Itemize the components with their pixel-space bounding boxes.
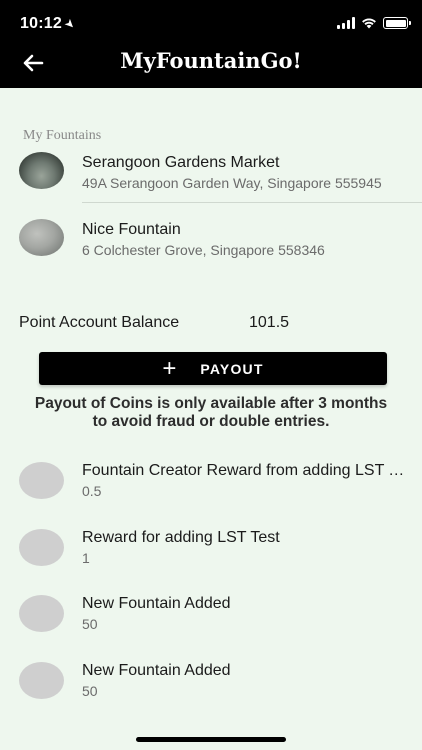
transaction-title: Fountain Creator Reward from adding LST …	[82, 462, 407, 479]
battery-icon	[383, 17, 411, 29]
fountain-list-item[interactable]: Nice Fountain 6 Colchester Grove, Singap…	[19, 219, 422, 269]
fountain-name: Nice Fountain	[82, 221, 181, 238]
wifi-icon	[362, 18, 376, 29]
balance-label: Point Account Balance	[19, 314, 180, 331]
status-bar-time: 10:12➤	[20, 15, 79, 33]
fountain-name: Serangoon Gardens Market	[82, 154, 280, 171]
transaction-title: New Fountain Added	[82, 662, 231, 679]
fountain-list-item[interactable]: Serangoon Gardens Market 49A Serangoon G…	[19, 152, 422, 202]
balance-value: 101.5	[249, 314, 290, 331]
payout-notice: Payout of Coins is only available after …	[34, 395, 388, 430]
cellular-signal-icon	[337, 17, 355, 29]
transaction-amount: 50	[82, 683, 98, 699]
fountain-thumbnail	[19, 152, 64, 189]
plus-icon: +	[162, 354, 177, 382]
my-fountains-heading: My Fountains	[23, 128, 102, 143]
fountain-thumbnail	[19, 219, 64, 256]
transaction-title: New Fountain Added	[82, 595, 231, 612]
transaction-item[interactable]: New Fountain Added 50	[19, 595, 422, 639]
transaction-avatar	[19, 462, 64, 499]
payout-button[interactable]: + PAYOUT	[39, 352, 387, 385]
app-header: 10:12➤ MyFountainGo!	[0, 0, 422, 88]
fountain-address: 49A Serangoon Garden Way, Singapore 5559…	[82, 175, 382, 191]
transaction-title: Reward for adding LST Test	[82, 529, 280, 546]
transaction-amount: 0.5	[82, 483, 102, 499]
transaction-avatar	[19, 529, 64, 566]
location-arrow-icon: ➤	[61, 15, 79, 33]
transaction-amount: 1	[82, 550, 90, 566]
fountain-address: 6 Colchester Grove, Singapore 558346	[82, 242, 325, 258]
status-bar-icons	[337, 17, 411, 29]
payout-button-label: PAYOUT	[200, 360, 264, 377]
transaction-amount: 50	[82, 616, 98, 632]
status-time-text: 10:12	[20, 15, 62, 32]
transaction-item[interactable]: Fountain Creator Reward from adding LST …	[19, 462, 422, 506]
home-indicator[interactable]	[136, 737, 286, 742]
transaction-item[interactable]: New Fountain Added 50	[19, 662, 422, 706]
transaction-item[interactable]: Reward for adding LST Test 1	[19, 529, 422, 573]
transaction-avatar	[19, 595, 64, 632]
page-title: MyFountainGo!	[120, 48, 302, 73]
list-divider	[82, 202, 422, 203]
transaction-avatar	[19, 662, 64, 699]
